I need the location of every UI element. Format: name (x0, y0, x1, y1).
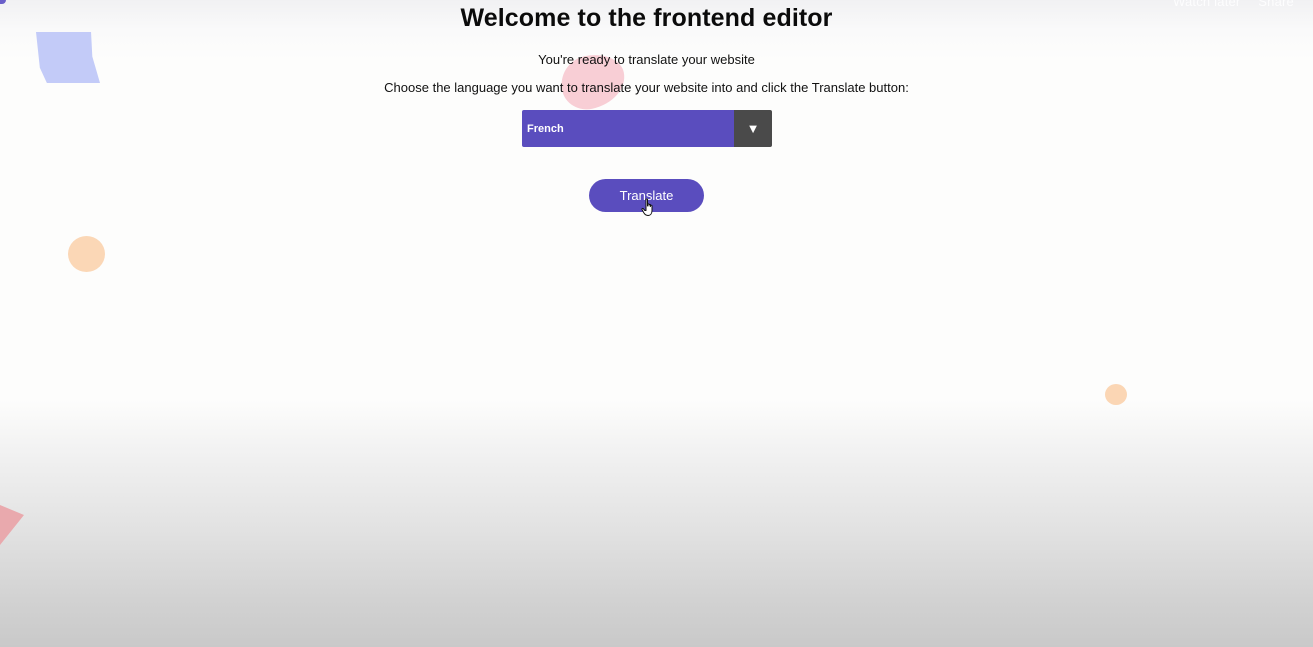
decorative-peach-circle (68, 236, 105, 272)
instruction-text: Choose the language you want to translat… (384, 80, 909, 95)
decorative-peach-dot (1105, 384, 1127, 405)
language-select-value[interactable]: French (522, 110, 734, 147)
chevron-down-icon[interactable]: ▼ (734, 110, 772, 147)
hand-pointer-icon (641, 198, 653, 216)
subtitle-text: You're ready to translate your website (538, 52, 755, 67)
decorative-red-shard (0, 505, 24, 545)
language-select[interactable]: French ▼ (522, 110, 772, 147)
page-title: Welcome to the frontend editor (460, 4, 833, 32)
